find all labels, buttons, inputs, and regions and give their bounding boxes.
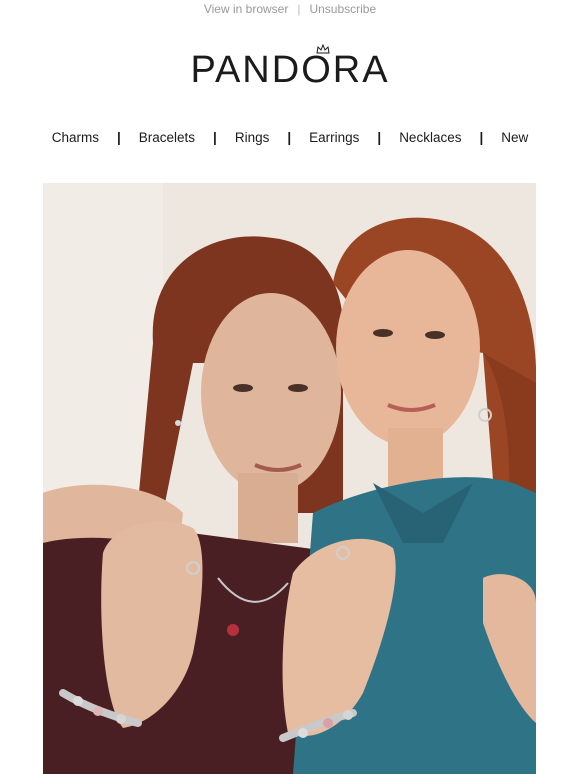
nav-item-rings[interactable]: Rings [235,130,270,145]
brand-logo: PANDORA [190,44,390,91]
preheader-links: View in browser | Unsubscribe [0,0,580,18]
nav-item-charms[interactable]: Charms [52,130,99,145]
nav-item-earrings[interactable]: Earrings [309,130,359,145]
nav-item-bracelets[interactable]: Bracelets [139,130,195,145]
hero-image-link[interactable] [43,183,536,774]
nav-item-necklaces[interactable]: Necklaces [399,130,461,145]
view-in-browser-link[interactable]: View in browser [204,2,288,16]
nav-separator: | [287,129,292,145]
main-nav: Charms | Bracelets | Rings | Earrings | … [0,126,580,148]
brand-logo-text: PANDORA [190,49,390,91]
hero-image [43,183,536,774]
nav-separator: | [479,129,484,145]
brand-logo-link[interactable]: PANDORA [0,44,580,90]
unsubscribe-link[interactable]: Unsubscribe [309,2,376,16]
preheader-divider: | [297,2,301,16]
nav-separator: | [213,129,217,145]
nav-separator: | [377,129,382,145]
nav-separator: | [116,129,121,145]
nav-item-new[interactable]: New [501,130,528,145]
crown-icon [316,44,331,54]
